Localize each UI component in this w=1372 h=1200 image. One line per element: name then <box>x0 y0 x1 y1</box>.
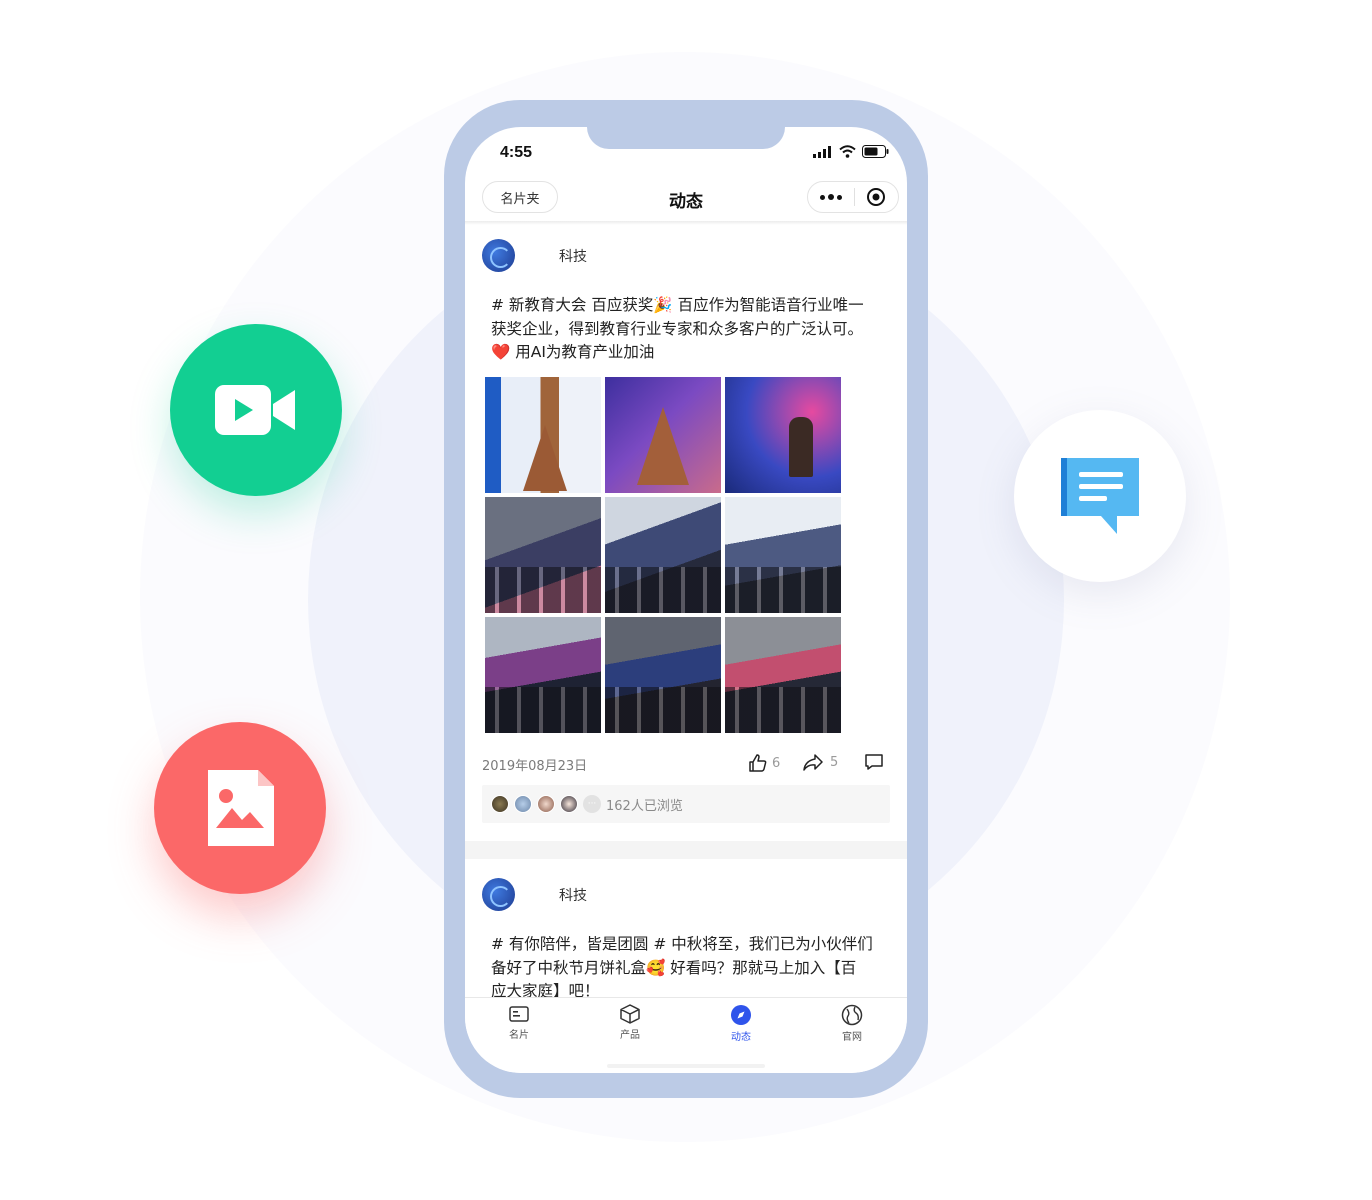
post-author: 科技 <box>559 887 587 904</box>
post-photo[interactable] <box>485 377 601 493</box>
wifi-icon <box>839 145 856 158</box>
post-photo[interactable] <box>605 497 721 613</box>
post-header[interactable]: 科技 <box>482 878 587 911</box>
viewer-avatar <box>514 795 532 813</box>
status-time: 4:55 <box>500 144 533 161</box>
post-text-line: 备好了中秋节月饼礼盒🥰 好看吗？那就马上加入【百 <box>491 958 857 977</box>
photo-crowd <box>605 687 721 733</box>
view-count: 162人已浏览 <box>606 798 683 814</box>
post-author: 科技 <box>559 248 587 265</box>
photo-crowd <box>485 687 601 733</box>
comment-icon <box>865 754 883 770</box>
post-photo[interactable] <box>605 377 721 493</box>
more-menu-button[interactable] <box>808 182 854 212</box>
post-photo[interactable] <box>725 377 841 493</box>
card-icon <box>509 1006 529 1022</box>
phone-frame: 4:55 名片夹 动态 科技 # 新教育大会 百应获奖🎉 百应作为智能语音行业唯… <box>444 100 928 1098</box>
tab-product[interactable]: 产品 <box>600 1004 660 1041</box>
phone-screen: 4:55 名片夹 动态 科技 # 新教育大会 百应获奖🎉 百应作为智能语音行业唯… <box>465 127 907 1073</box>
more-viewers-icon: ··· <box>583 795 601 813</box>
compass-icon <box>731 1005 751 1025</box>
post-text-line: # 新教育大会 百应获奖🎉 百应作为智能语音行业唯一 <box>491 296 864 314</box>
share-button[interactable]: 5 <box>802 753 838 771</box>
post-header[interactable]: 科技 <box>482 239 587 272</box>
post-text: # 有你陪伴，皆是团圆 # 中秋将至，我们已为小伙伴们 备好了中秋节月饼礼盒🥰 … <box>491 933 887 1004</box>
post-photo[interactable] <box>725 497 841 613</box>
share-count: 5 <box>830 754 839 770</box>
like-count: 6 <box>772 755 781 771</box>
post-photo[interactable] <box>605 617 721 733</box>
post-text-line: 获奖企业，得到教育行业专家和众多客户的广泛认可。 <box>491 319 864 338</box>
photo-crowd <box>485 567 601 613</box>
post-photo[interactable] <box>725 617 841 733</box>
tab-website[interactable]: 官网 <box>822 1004 882 1043</box>
more-dot-icon <box>819 194 825 200</box>
image-file-icon <box>208 770 274 846</box>
tab-label: 产品 <box>620 1030 640 1041</box>
more-dot-icon <box>827 194 834 200</box>
tab-feed[interactable]: 动态 <box>711 1004 771 1043</box>
tab-label: 动态 <box>731 1032 751 1043</box>
target-icon <box>867 188 886 206</box>
navigation-bar: 名片夹 动态 <box>465 179 907 221</box>
avatar[interactable] <box>482 878 515 911</box>
chat-badge <box>1014 410 1186 582</box>
post-divider <box>465 841 907 859</box>
post-photo[interactable] <box>485 617 601 733</box>
post-text-line: # 有你陪伴，皆是团圆 # 中秋将至，我们已为小伙伴们 <box>491 935 873 953</box>
photo-grid <box>485 377 843 733</box>
viewer-avatar <box>537 795 555 813</box>
viewer-avatar <box>560 795 578 813</box>
photo-crowd <box>725 567 841 613</box>
tab-bar: 名片 产品 动态 官网 <box>465 997 907 1073</box>
post-photo[interactable] <box>485 497 601 613</box>
tab-label: 官网 <box>842 1032 862 1043</box>
mini-program-capsule <box>807 181 899 213</box>
image-badge <box>154 722 326 894</box>
signal-icon <box>813 145 831 158</box>
photo-crowd <box>725 687 841 733</box>
video-camera-icon <box>215 385 295 435</box>
tab-label: 名片 <box>509 1030 529 1041</box>
post-text: # 新教育大会 百应获奖🎉 百应作为智能语音行业唯一 获奖企业，得到教育行业专家… <box>491 294 887 365</box>
viewer-avatar <box>491 795 509 813</box>
photo-crowd <box>605 567 721 613</box>
nav-shadow <box>465 221 907 225</box>
video-badge <box>170 324 342 496</box>
avatar[interactable] <box>482 239 515 272</box>
status-icons <box>813 145 889 158</box>
home-indicator[interactable] <box>607 1064 765 1068</box>
post-text-line: ❤️ 用AI为教育产业加油 <box>491 341 887 365</box>
notch <box>587 127 785 149</box>
close-mini-program-button[interactable] <box>854 182 898 212</box>
box-icon <box>620 1004 640 1024</box>
battery-icon <box>862 145 889 158</box>
globe-icon <box>841 1004 863 1026</box>
tab-card[interactable]: 名片 <box>489 1004 549 1041</box>
comment-button[interactable] <box>864 753 884 775</box>
heart-emoji: ❤️ <box>491 343 511 361</box>
viewers-bar[interactable]: ··· 162人已浏览 <box>482 785 890 823</box>
share-arrow-icon <box>803 754 823 771</box>
post-text-tail: 用AI为教育产业加油 <box>510 343 655 361</box>
more-dot-icon <box>836 194 842 200</box>
like-button[interactable]: 6 <box>748 753 780 773</box>
post-meta: 2019年08月23日 6 5 <box>482 753 890 775</box>
chat-message-icon <box>1061 458 1139 534</box>
post-date: 2019年08月23日 <box>482 759 588 774</box>
thumbs-up-icon <box>749 754 767 772</box>
